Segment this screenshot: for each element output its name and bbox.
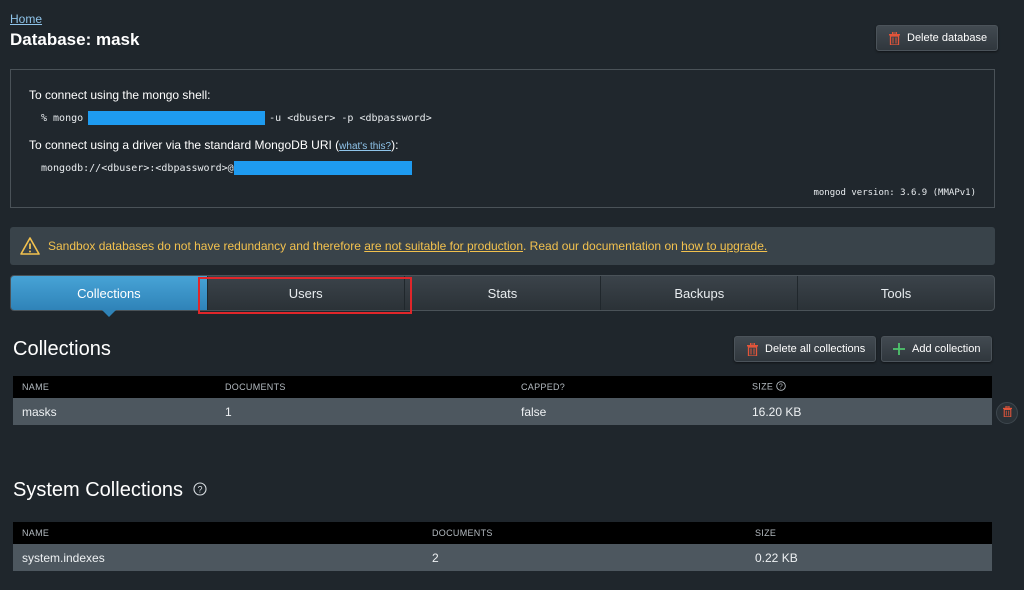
delete-all-collections-button[interactable]: Delete all collections [734,336,877,362]
mongod-version: mongod version: 3.6.9 (MMAPv1) [813,188,976,198]
column-header-name: NAME [22,528,50,538]
tab-collections[interactable]: Collections [11,276,208,317]
shell-intro: To connect using the mongo shell: [29,88,211,102]
size-header-label: SIZE [752,381,774,392]
connection-info-panel: To connect using the mongo shell: % mong… [10,69,995,208]
uri-prefix: mongodb://<dbuser>:<dbpassword>@ [41,162,234,174]
plus-icon [888,343,910,355]
how-to-upgrade-link[interactable]: how to upgrade. [681,239,767,253]
system-collection-size: 0.22 KB [755,550,798,565]
page-title: Database: mask [10,30,140,49]
delete-all-collections-label: Delete all collections [765,343,866,355]
redacted-uri-host [233,161,412,175]
system-collection-documents: 2 [432,550,439,565]
whats-this-link[interactable]: what's this? [339,141,391,152]
collection-size: 16.20 KB [752,404,802,419]
help-circle-icon[interactable]: ? [776,381,786,393]
shell-command: % mongo -u <dbuser> -p <dbpassword> [41,111,432,125]
add-collection-button[interactable]: Add collection [881,336,992,362]
redacted-host [88,111,266,125]
collection-name[interactable]: masks [22,405,57,419]
svg-text:?: ? [197,485,202,495]
system-collections-title: System Collections ? [13,479,207,502]
shell-prefix: % mongo [41,112,84,124]
alert-text-2: . Read our documentation on [523,239,678,253]
uri-line: mongodb://<dbuser>:<dbpassword>@ [41,161,412,175]
collection-documents: 1 [225,404,232,419]
trash-icon [741,342,763,356]
breadcrumb-home[interactable]: Home [10,12,42,26]
driver-intro-text: To connect using a driver via the standa… [29,138,340,152]
collection-capped: false [521,404,547,419]
column-header-name: NAME [22,382,50,392]
table-header: NAME DOCUMENTS CAPPED? SIZE ? [13,376,992,398]
table-row[interactable]: system.indexes 2 0.22 KB [13,544,992,571]
table-header: NAME DOCUMENTS SIZE [13,522,992,544]
tab-backups[interactable]: Backups [601,276,799,310]
trash-icon [883,31,905,45]
column-header-documents: DOCUMENTS [225,382,286,392]
delete-database-button[interactable]: Delete database [876,25,999,51]
system-collection-name[interactable]: system.indexes [22,551,105,565]
table-row[interactable]: masks 1 false 16.20 KB [13,398,992,425]
system-collections-label: System Collections [13,479,184,501]
delete-database-label: Delete database [907,32,988,44]
column-header-size: SIZE ? [752,381,786,393]
system-collections-table: NAME DOCUMENTS SIZE system.indexes 2 0.2… [13,522,992,571]
driver-intro-end: ): [391,138,399,152]
tab-users[interactable]: Users [208,276,405,310]
trash-icon [1002,404,1012,422]
collections-table: NAME DOCUMENTS CAPPED? SIZE ? masks 1 fa… [13,376,992,425]
driver-intro: To connect using a driver via the standa… [29,138,398,152]
column-header-documents: DOCUMENTS [432,528,493,538]
help-circle-icon[interactable]: ? [193,479,207,502]
sandbox-warning-banner: Sandbox databases do not have redundancy… [10,227,995,265]
warning-icon [20,237,40,255]
shell-suffix: -u <dbuser> -p <dbpassword> [269,112,432,124]
not-suitable-link[interactable]: are not suitable for production [364,239,523,253]
tab-tools[interactable]: Tools [798,276,994,310]
add-collection-label: Add collection [912,343,981,355]
alert-text-1: Sandbox databases do not have redundancy… [48,239,361,253]
tab-stats[interactable]: Stats [405,276,602,310]
database-tabs: Collections Users Stats Backups Tools [10,275,995,317]
collections-title: Collections [13,338,111,360]
column-header-size: SIZE [755,528,777,538]
svg-text:?: ? [779,384,783,391]
column-header-capped: CAPPED? [521,382,566,392]
delete-collection-button[interactable] [996,402,1018,424]
